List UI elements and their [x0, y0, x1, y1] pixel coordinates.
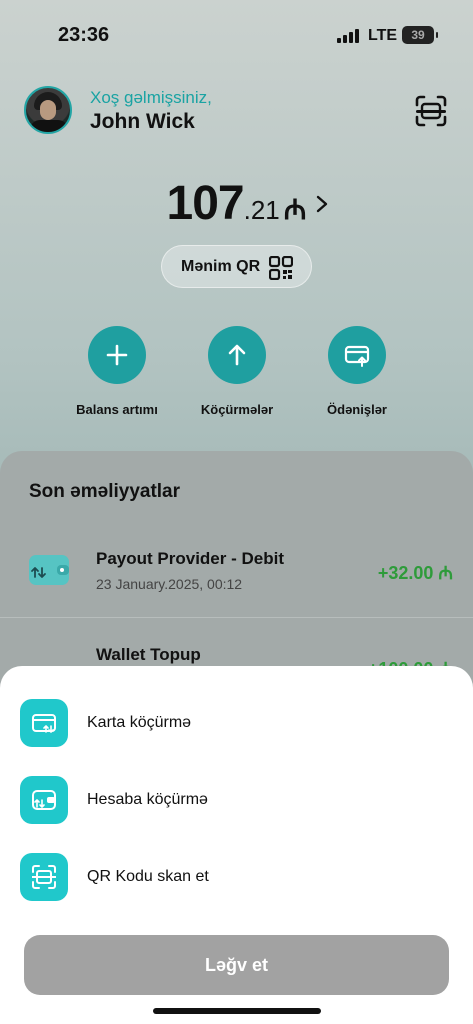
option-icon-box — [20, 699, 68, 747]
option-icon-box — [20, 853, 68, 901]
card-transfer-option[interactable]: Karta köçürmə — [0, 699, 473, 749]
action-circle — [208, 326, 266, 384]
welcome-text: Xoş gəlmişsiniz, — [90, 88, 212, 107]
transactions-title: Son əməliyyatlar — [29, 481, 181, 502]
action-circle — [88, 326, 146, 384]
option-icon-box — [20, 776, 68, 824]
qr-scan-option[interactable]: QR Kodu skan et — [0, 853, 473, 903]
qr-scan-icon — [32, 865, 56, 889]
account-transfer-option[interactable]: Hesaba köçürmə — [0, 776, 473, 826]
arrow-up-icon — [228, 344, 246, 366]
my-qr-label: Mənim QR — [181, 258, 261, 275]
status-time: 23:36 — [58, 24, 110, 46]
currency-symbol: ₼ — [283, 194, 307, 225]
home-indicator — [153, 1008, 321, 1014]
option-label: Hesaba köçürmə — [87, 791, 208, 808]
transaction-amount: +32.00 ₼ — [377, 563, 453, 583]
option-label: QR Kodu skan et — [87, 868, 209, 885]
action-label: Köçürmələr — [200, 402, 274, 417]
transaction-title: Payout Provider - Debit — [96, 549, 284, 568]
battery-icon: 39 — [402, 26, 438, 44]
transaction-date: 23 January.2025, 00:12 — [96, 576, 243, 592]
signal-icon — [337, 29, 359, 43]
transaction-title: Wallet Topup — [96, 645, 201, 664]
divider — [0, 617, 473, 618]
payments-button[interactable]: Ödənişlər — [297, 326, 417, 417]
avatar[interactable] — [24, 86, 72, 134]
action-circle — [328, 326, 386, 384]
wallet-transfer-icon — [32, 790, 56, 810]
card-transfer-icon — [32, 714, 56, 733]
status-bar: 23:36 LTE 39 — [0, 22, 473, 50]
card-payment-icon — [344, 345, 370, 367]
qr-code-icon — [269, 256, 293, 280]
balance-display[interactable]: 107.21 ₼ — [0, 176, 473, 231]
balance-fraction: .21 — [243, 195, 280, 225]
user-name: John Wick — [90, 110, 195, 133]
network-type: LTE — [368, 27, 398, 44]
action-label: Balans artımı — [76, 402, 158, 417]
plus-icon — [106, 344, 128, 366]
wallet-transfer-icon — [29, 555, 69, 585]
chevron-right-icon[interactable] — [313, 194, 331, 214]
cancel-button[interactable]: Ləğv et — [24, 935, 449, 995]
transfers-button[interactable]: Köçürmələr — [177, 326, 297, 417]
balance-topup-button[interactable]: Balans artımı — [57, 326, 177, 417]
qr-scan-icon[interactable] — [414, 95, 448, 127]
my-qr-button[interactable]: Mənim QR — [161, 245, 312, 288]
option-label: Karta köçürmə — [87, 714, 192, 731]
action-label: Ödənişlər — [327, 402, 387, 417]
balance-whole: 107 — [166, 177, 245, 230]
